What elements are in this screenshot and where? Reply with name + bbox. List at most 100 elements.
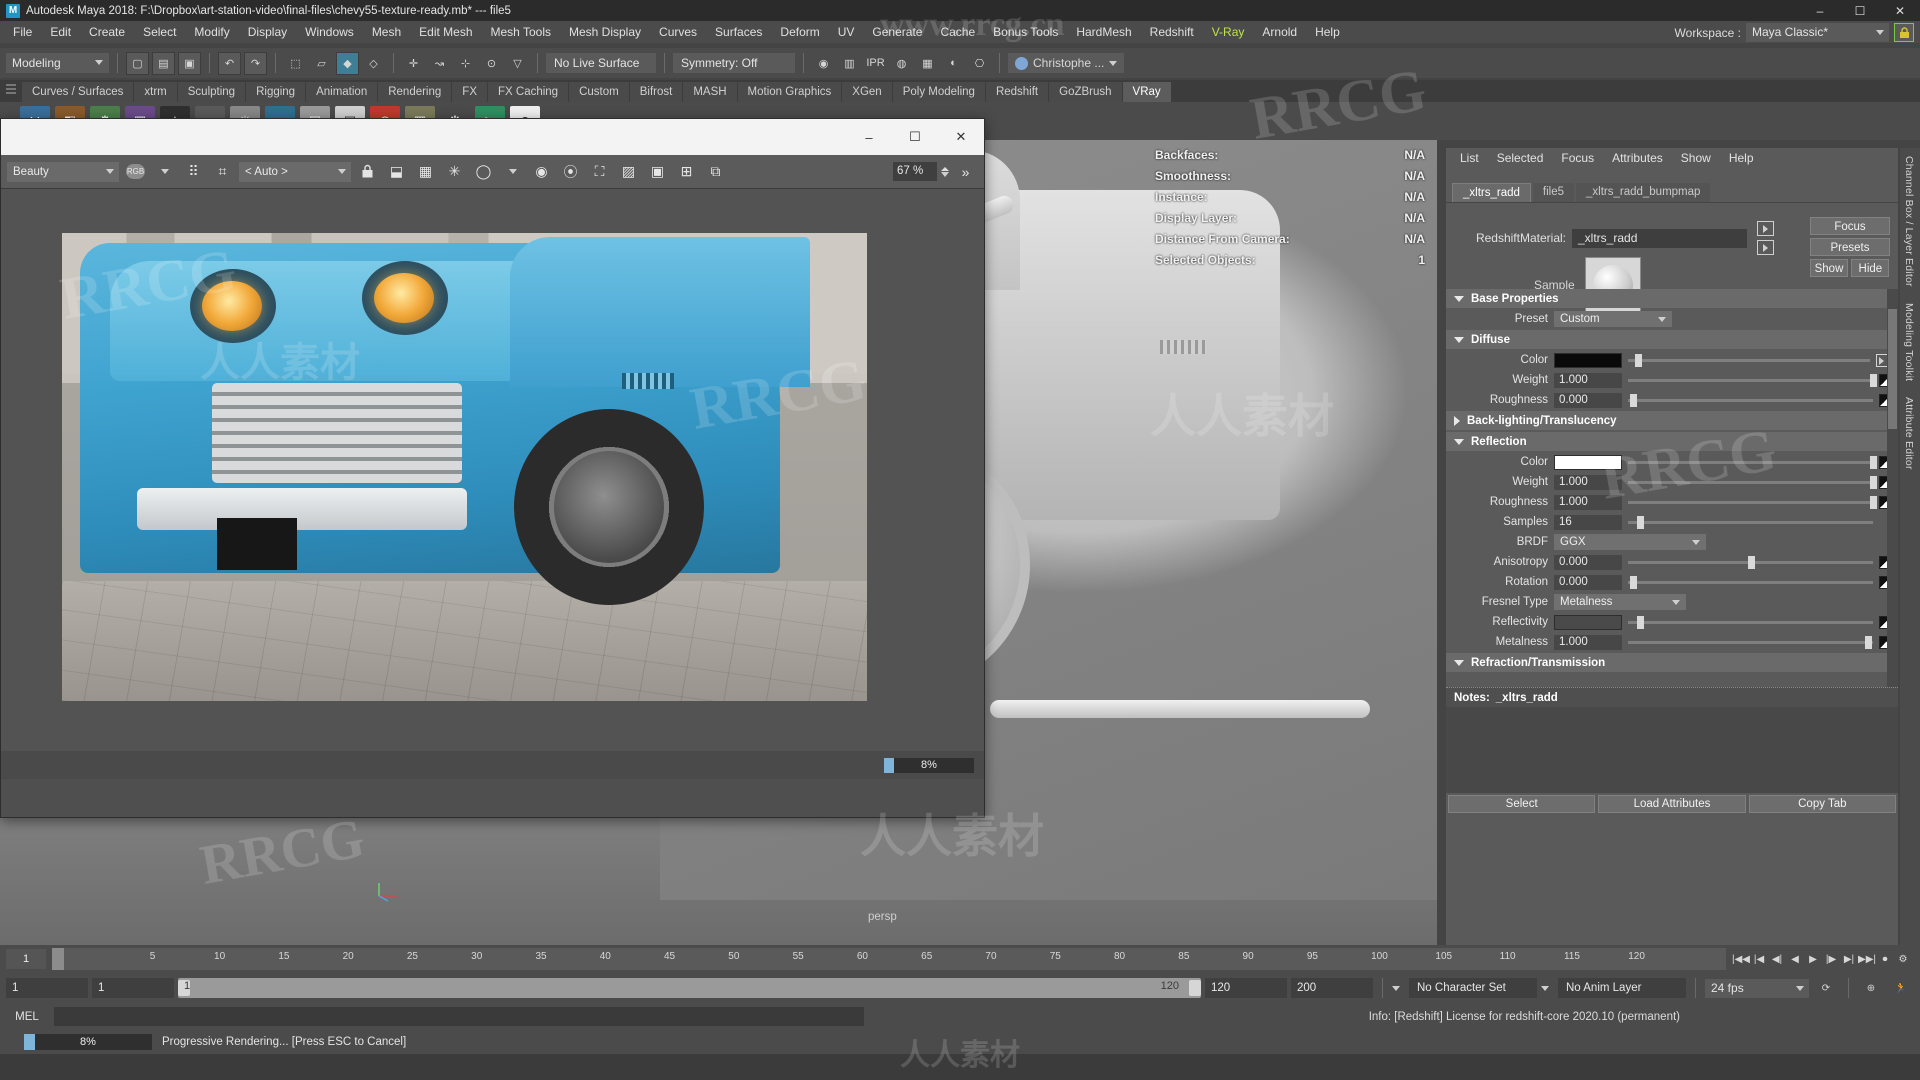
render-sequence-icon[interactable]: ◐ [942, 52, 965, 75]
anim-layer-dropdown-icon[interactable] [1541, 986, 1554, 991]
range-start-field[interactable]: 1 [92, 978, 174, 998]
shelf-tab-xgen[interactable]: XGen [842, 82, 891, 102]
snap-to-view-plane-icon[interactable]: ▽ [506, 52, 529, 75]
menu-item-generate[interactable]: Generate [863, 21, 931, 43]
section-header-base-properties[interactable]: Base Properties [1446, 289, 1898, 308]
vertical-tab-attribute-editor[interactable]: Attribute Editor [1900, 389, 1918, 478]
slider-knob[interactable] [1635, 354, 1642, 367]
slider-knob[interactable] [1630, 394, 1637, 407]
step-back-frame-icon[interactable]: ◀| [1768, 948, 1786, 970]
undo-button[interactable]: ↶ [218, 52, 241, 75]
menu-item-deform[interactable]: Deform [771, 21, 828, 43]
shelf-tab-sculpting[interactable]: Sculpting [178, 82, 245, 102]
range-handle-right[interactable] [1189, 980, 1201, 996]
slider-knob[interactable] [1748, 556, 1755, 569]
attr-number-input[interactable]: 16 [1554, 515, 1622, 530]
live-surface-field[interactable]: No Live Surface [546, 53, 656, 73]
menu-item-help[interactable]: Help [1306, 21, 1349, 43]
input-connection-icon[interactable] [1757, 221, 1774, 236]
shelf-tab-poly-modeling[interactable]: Poly Modeling [893, 82, 985, 102]
menu-item-mesh-display[interactable]: Mesh Display [560, 21, 650, 43]
menu-item-modify[interactable]: Modify [185, 21, 238, 43]
workspace-select[interactable]: Maya Classic* [1746, 23, 1889, 42]
attr-slider[interactable] [1628, 515, 1873, 530]
ae-footer-copy-tab-button[interactable]: Copy Tab [1749, 795, 1896, 813]
ibl-icon[interactable]: ⦿ [558, 159, 583, 184]
shelf-tab-curves-surfaces[interactable]: Curves / Surfaces [22, 82, 133, 102]
shelf-tab-fx[interactable]: FX [452, 82, 487, 102]
attr-color-swatch[interactable] [1554, 615, 1622, 630]
menu-item-curves[interactable]: Curves [650, 21, 706, 43]
time-slider-track[interactable]: 5101520253035404550556065707580859095100… [52, 948, 1726, 970]
shelf-tab-gozbrush[interactable]: GoZBrush [1049, 82, 1121, 102]
attr-number-input[interactable]: 1.000 [1554, 475, 1622, 490]
notes-textarea[interactable] [1446, 707, 1898, 793]
attr-number-input[interactable]: 1.000 [1554, 373, 1622, 388]
attr-number-input[interactable]: 1.000 [1554, 635, 1622, 650]
rgb-channel-icon[interactable]: RGB [123, 159, 148, 184]
select-by-object-icon[interactable]: ▱ [310, 52, 333, 75]
bookmark-icon[interactable]: ⛶ [587, 159, 612, 184]
shelf-tab-rigging[interactable]: Rigging [246, 82, 305, 102]
slider-knob[interactable] [1870, 456, 1877, 469]
symmetry-field[interactable]: Symmetry: Off [673, 53, 795, 73]
range-slider[interactable]: 1 120 [178, 978, 1201, 998]
attr-color-swatch[interactable] [1554, 353, 1622, 368]
shelf-tab-custom[interactable]: Custom [569, 82, 629, 102]
select-by-component-icon[interactable]: ◆ [336, 52, 359, 75]
go-to-start-icon[interactable]: |◀◀ [1732, 948, 1750, 970]
shelf-tab-vray[interactable]: VRay [1123, 82, 1171, 102]
step-forward-key-icon[interactable]: ▶| [1840, 948, 1858, 970]
close-button[interactable]: ✕ [1880, 0, 1920, 21]
focus-button[interactable]: Focus [1810, 217, 1890, 235]
menu-item-display[interactable]: Display [239, 21, 296, 43]
chevron-down-icon[interactable] [500, 159, 525, 184]
section-header-reflection[interactable]: Reflection [1446, 432, 1898, 451]
play-backwards-icon[interactable]: ◀ [1786, 948, 1804, 970]
aperture-icon[interactable]: ◉ [529, 159, 554, 184]
select-by-hierarchy-icon[interactable]: ⬚ [284, 52, 307, 75]
ae-menu-list[interactable]: List [1452, 148, 1487, 168]
hypershade-icon[interactable]: ◍ [890, 52, 913, 75]
select-mask-icon[interactable]: ◇ [362, 52, 385, 75]
animation-start-field[interactable]: 1 [6, 978, 88, 998]
checker-icon[interactable]: ▦ [413, 159, 438, 184]
region-select[interactable]: < Auto > [239, 162, 351, 182]
menu-set-select[interactable]: Modeling [6, 53, 109, 73]
render-view-close-button[interactable]: ✕ [938, 119, 984, 155]
section-header-diffuse[interactable]: Diffuse [1446, 330, 1898, 349]
shelf-tab-xtrm[interactable]: xtrm [134, 82, 176, 102]
show-button[interactable]: Show [1810, 259, 1848, 277]
ae-tab--xltrs-radd-bumpmap[interactable]: _xltrs_radd_bumpmap [1576, 183, 1710, 202]
shelf-tab-fx-caching[interactable]: FX Caching [488, 82, 568, 102]
attr-slider[interactable] [1628, 475, 1873, 490]
attr-slider[interactable] [1628, 635, 1873, 650]
menu-item-v-ray[interactable]: V-Ray [1203, 21, 1254, 43]
fps-select[interactable]: 24 fps [1705, 979, 1809, 998]
command-input[interactable] [54, 1007, 864, 1026]
attr-select-fresnel type[interactable]: Metalness [1554, 594, 1686, 610]
menu-item-edit-mesh[interactable]: Edit Mesh [410, 21, 481, 43]
attr-slider[interactable] [1628, 393, 1873, 408]
time-slider-playhead[interactable] [52, 948, 64, 970]
snap-to-curve-icon[interactable]: ↝ [428, 52, 451, 75]
attr-number-input[interactable]: 0.000 [1554, 575, 1622, 590]
image-icon[interactable]: ▣ [645, 159, 670, 184]
attr-slider[interactable] [1628, 575, 1873, 590]
snap-to-point-icon[interactable]: ⊹ [454, 52, 477, 75]
maximize-button[interactable]: ☐ [1840, 0, 1880, 21]
shelf-tab-rendering[interactable]: Rendering [378, 82, 451, 102]
menu-item-bonus-tools[interactable]: Bonus Tools [984, 21, 1067, 43]
command-language-label[interactable]: MEL [0, 1011, 54, 1023]
slider-knob[interactable] [1630, 576, 1637, 589]
copy-image-icon[interactable]: ⧉ [703, 159, 728, 184]
diagonal-icon[interactable]: ▨ [616, 159, 641, 184]
lock-icon[interactable] [355, 159, 380, 184]
attr-slider[interactable] [1628, 373, 1873, 388]
attr-slider[interactable] [1628, 495, 1873, 510]
menu-item-arnold[interactable]: Arnold [1253, 21, 1306, 43]
snowflake-icon[interactable]: ✳ [442, 159, 467, 184]
ae-menu-attributes[interactable]: Attributes [1604, 148, 1671, 168]
ae-tab-file5[interactable]: file5 [1533, 183, 1574, 202]
play-forwards-icon[interactable]: ▶ [1804, 948, 1822, 970]
